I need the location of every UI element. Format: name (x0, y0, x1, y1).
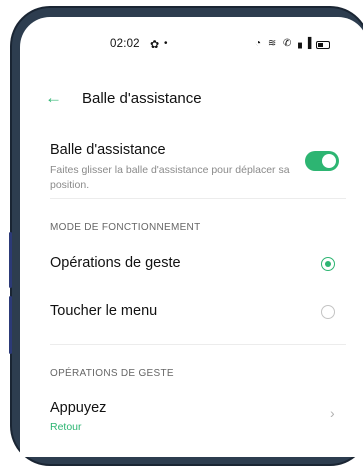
status-time: 02:02 (110, 38, 140, 50)
mode-option-label: Toucher le menu (50, 303, 158, 319)
signal-icon: ▖▌ (298, 38, 317, 49)
divider (50, 344, 346, 345)
call-icon: ✆ (283, 38, 294, 49)
chevron-right-icon: › (330, 405, 335, 421)
status-bar: 02:02 ✿ • ◔ ≋ ✆ ▖▌ (20, 17, 363, 51)
divider (50, 198, 346, 199)
assist-ball-title: Balle d'assistance (50, 142, 166, 158)
gesture-item-label: Appuyez (50, 400, 107, 416)
radio-selected[interactable] (321, 257, 335, 271)
mode-section-header: MODE DE FONCTIONNEMENT (50, 222, 201, 233)
gesture-item-value: Retour (50, 421, 82, 433)
wifi-icon: ≋ (267, 38, 279, 49)
side-button-volume-up (9, 232, 12, 288)
notification-dot: • (164, 38, 168, 49)
side-button-volume-down (9, 296, 12, 354)
assist-ball-description: Faites glisser la balle d'assistance pou… (50, 164, 290, 191)
toggle-knob (322, 154, 336, 168)
status-icons: ◔ ≋ ✆ ▖▌ (255, 38, 317, 49)
data-saver-icon: ◔ (255, 38, 264, 49)
radio-unselected[interactable] (321, 305, 335, 319)
page-title: Balle d'assistance (82, 90, 202, 107)
gear-icon: ✿ (150, 39, 160, 51)
gesture-section-header: OPÉRATIONS DE GESTE (50, 368, 174, 379)
back-arrow-icon[interactable]: ← (45, 89, 62, 106)
assist-ball-toggle[interactable] (305, 151, 339, 171)
mode-option-label: Opérations de geste (50, 255, 181, 271)
phone-screen: 02:02 ✿ • ◔ ≋ ✆ ▖▌ ← Balle d'assistance … (20, 17, 363, 457)
battery-icon (316, 41, 330, 49)
